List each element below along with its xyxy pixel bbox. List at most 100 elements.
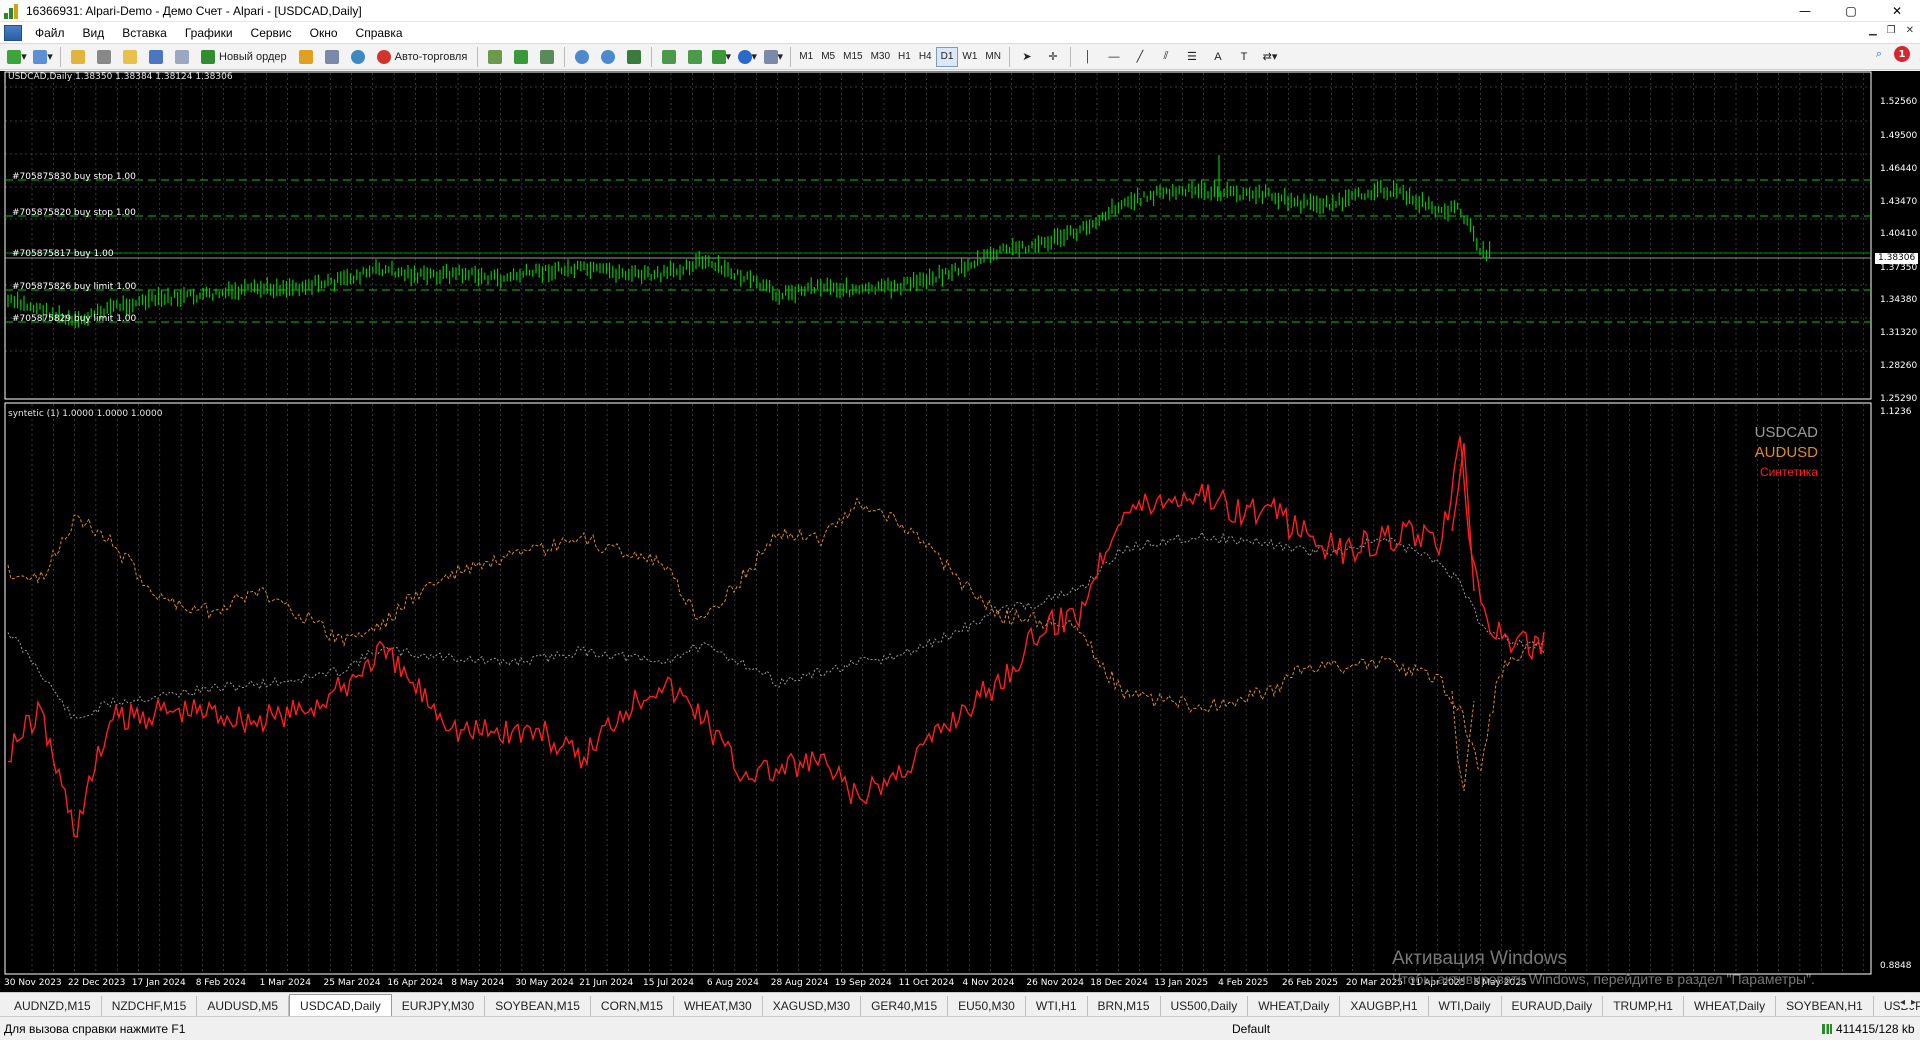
fibonacci-tool[interactable]: ☰ — [1181, 46, 1203, 68]
cursor-tool[interactable]: ➤ — [1016, 46, 1038, 68]
data-window-button[interactable] — [93, 46, 115, 68]
notification-icon[interactable]: 1 — [1894, 46, 1910, 62]
candle-chart-button[interactable] — [510, 46, 532, 68]
chart-tab[interactable]: XAUGBP,H1 — [1340, 996, 1429, 1016]
market-watch-button[interactable] — [67, 46, 89, 68]
indicator-panel-frame — [4, 402, 1872, 975]
timeframe-m1[interactable]: M1 — [795, 47, 817, 67]
chart-tab[interactable]: WHEAT,Daily — [1684, 996, 1777, 1016]
tester-button[interactable] — [171, 46, 193, 68]
search-icon[interactable]: ⌕ — [1876, 47, 1882, 61]
chart-tab[interactable]: WTI,Daily — [1429, 996, 1502, 1016]
chart-tab[interactable]: WTI,H1 — [1026, 996, 1088, 1016]
chart-tab[interactable]: US500,Daily — [1161, 996, 1249, 1016]
chart-window[interactable]: USDCAD,Daily 1.38350 1.38384 1.38124 1.3… — [0, 71, 1920, 992]
chart-tab[interactable]: USDCAD,Daily — [289, 994, 392, 1016]
new-order-button[interactable]: Новый ордер — [197, 46, 291, 68]
timeframe-h4[interactable]: H4 — [915, 47, 936, 67]
indicators-button[interactable]: ▾ — [710, 46, 732, 68]
chart-tab[interactable]: WHEAT,M30 — [674, 996, 763, 1016]
menu-help[interactable]: Справка — [347, 26, 412, 40]
time-axis-label: 8 May 2024 — [451, 978, 505, 988]
menu-window[interactable]: Окно — [301, 26, 347, 40]
toolbar-right: ⌕ 1 — [1876, 46, 1910, 62]
toolbar: ▾ ▾ Новый ордер Авто-торговля ▾ ▾ ▾ M1 M… — [0, 44, 1920, 70]
bar-chart-button[interactable] — [484, 46, 506, 68]
zoom-out-button[interactable] — [597, 46, 619, 68]
timeframe-mn[interactable]: MN — [981, 47, 1005, 67]
market-button[interactable] — [347, 46, 369, 68]
menu-charts[interactable]: Графики — [176, 26, 242, 40]
auto-trading-button[interactable]: Авто-торговля — [373, 46, 472, 68]
chart-tab[interactable]: XAGUSD,M30 — [763, 996, 862, 1016]
profiles-button[interactable]: ▾ — [32, 46, 54, 68]
mdi-close-icon[interactable]: ✕ — [1906, 25, 1914, 36]
mdi-minimize-icon[interactable]: ▁ — [1869, 25, 1877, 36]
timeframe-m30[interactable]: M30 — [867, 47, 894, 67]
time-axis-label: 26 Feb 2025 — [1282, 978, 1339, 988]
mdi-restore-icon[interactable]: ❐ — [1887, 25, 1896, 36]
mdi-window-icon[interactable] — [4, 24, 22, 41]
new-order-label: Новый ордер — [219, 50, 287, 63]
chart-tab[interactable]: NZDCHF,M15 — [102, 996, 198, 1016]
chart-tab[interactable]: SOYBEAN,H1 — [1776, 996, 1874, 1016]
vertical-line-tool[interactable]: │ — [1077, 46, 1099, 68]
chart-tab[interactable]: BRN,M15 — [1088, 996, 1161, 1016]
timeframe-m15[interactable]: M15 — [839, 47, 866, 67]
autoscroll-button[interactable] — [658, 46, 680, 68]
menu-insert[interactable]: Вставка — [113, 26, 176, 40]
metaeditor-button[interactable] — [295, 46, 317, 68]
chart-canvas[interactable] — [0, 71, 1920, 992]
chart-tab[interactable]: SOYBEAN,M15 — [485, 996, 591, 1016]
horizontal-line-tool[interactable]: — — [1103, 46, 1125, 68]
price-axis-label: 1.37350 — [1880, 263, 1918, 273]
chart-tab[interactable]: AUDUSD,M5 — [197, 996, 290, 1016]
zoom-in-button[interactable] — [571, 46, 593, 68]
chart-tab[interactable]: AUDNZD,M15 — [4, 996, 102, 1016]
menu-view[interactable]: Вид — [74, 26, 114, 40]
maximize-button[interactable]: ▢ — [1828, 0, 1874, 22]
timeframe-d1[interactable]: D1 — [935, 46, 959, 67]
chart-tab[interactable]: EU50,M30 — [948, 996, 1026, 1016]
tester-icon — [175, 49, 189, 64]
line-chart-button[interactable] — [536, 46, 558, 68]
menu-tools[interactable]: Сервис — [242, 26, 301, 40]
navigator-button[interactable] — [119, 46, 141, 68]
arrows-tool[interactable]: ⇄ ▾ — [1259, 46, 1281, 68]
chart-tab[interactable]: WHEAT,Daily — [1248, 996, 1341, 1016]
equidistant-channel-tool[interactable]: ⫽ — [1155, 46, 1177, 68]
tab-scroll-left-icon[interactable]: ◂ — [1900, 997, 1905, 1008]
crosshair-tool[interactable]: ✛ — [1042, 46, 1064, 68]
indicator-header: syntetic (1) 1.0000 1.0000 1.0000 — [8, 409, 163, 419]
periods-button[interactable]: ▾ — [736, 46, 758, 68]
chart-tab[interactable]: CORN,M15 — [591, 996, 674, 1016]
usdcad-line — [7, 530, 1545, 720]
chart-shift-button[interactable] — [684, 46, 706, 68]
chart-tab[interactable]: GER40,M15 — [861, 996, 949, 1016]
new-chart-button[interactable]: ▾ — [6, 46, 28, 68]
timeframe-m5[interactable]: M5 — [817, 47, 839, 67]
chart-tab[interactable]: TRUMP,H1 — [1603, 996, 1684, 1016]
close-button[interactable]: ✕ — [1874, 0, 1920, 22]
text-tool[interactable]: A — [1207, 46, 1229, 68]
templates-button[interactable]: ▾ — [762, 46, 784, 68]
bar-chart-icon — [488, 49, 503, 64]
minimize-button[interactable]: — — [1782, 0, 1828, 22]
chart-tab[interactable]: EURAUD,Daily — [1502, 996, 1604, 1016]
menu-file[interactable]: Файл — [26, 26, 74, 40]
terminal-button[interactable] — [145, 46, 167, 68]
chart-tabs: AUDNZD,M15 NZDCHF,M15 AUDUSD,M5 USDCAD,Dail… — [0, 992, 1920, 1016]
tile-windows-button[interactable] — [623, 46, 645, 68]
text-icon: A — [1214, 50, 1222, 63]
timeframe-h1[interactable]: H1 — [894, 47, 915, 67]
trendline-icon: ╱ — [1136, 51, 1144, 63]
time-axis-label: 16 Apr 2024 — [387, 978, 444, 988]
time-axis-label: 30 Nov 2023 — [4, 978, 62, 988]
price-axis-label: 1.40410 — [1880, 229, 1918, 239]
timeframe-w1[interactable]: W1 — [958, 47, 981, 67]
chart-tab[interactable]: EURJPY,M30 — [392, 996, 486, 1016]
signals-button[interactable] — [321, 46, 343, 68]
text-label-tool[interactable]: T — [1233, 46, 1255, 68]
trendline-tool[interactable]: ╱ — [1129, 46, 1151, 68]
tab-scroll-right-icon[interactable]: ▸ — [1911, 997, 1916, 1008]
